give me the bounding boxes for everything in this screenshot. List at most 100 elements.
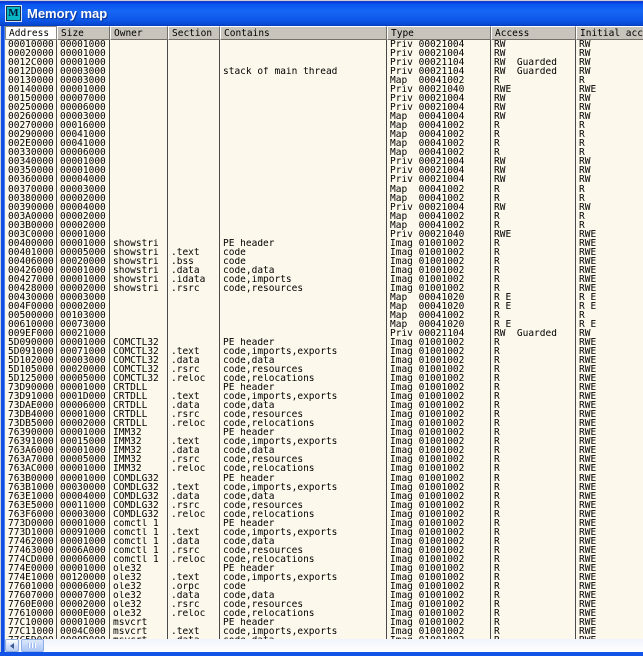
table-row[interactable]: 0042700000001000showstri.idatacode,impor… <box>5 275 643 284</box>
cell-access: R <box>491 257 576 266</box>
cell-access: R <box>491 139 576 148</box>
table-row[interactable]: 0001000000001000Priv 00021004RWRW <box>5 40 643 49</box>
cell-size: 00001000 <box>57 157 110 166</box>
table-row[interactable]: 0039000000004000Priv 00021004RWRW <box>5 203 643 212</box>
table-row[interactable]: 0012C00000001000Priv 00021104RW GuardedR… <box>5 58 643 67</box>
table-row[interactable]: 77C1000000001000msvcrtPE headerImag 0100… <box>5 618 643 627</box>
table-row[interactable]: 0038000000002000Map 00041002RR <box>5 194 643 203</box>
table-row[interactable]: 774CD00000006000comctl_1.reloccode,reloc… <box>5 555 643 564</box>
table-row[interactable]: 73D910000001D000CRTDLL.textcode,imports,… <box>5 392 643 401</box>
table-row[interactable]: 0002000000001000Priv 00021004RWRW <box>5 49 643 58</box>
table-row[interactable]: 0029000000041000Map 00041002RR <box>5 130 643 139</box>
cell-section: .orpc <box>168 582 220 591</box>
table-row[interactable]: 7639100000015000IMM32.textcode,imports,e… <box>5 437 643 446</box>
table-row[interactable]: 0012D00000003000stack of main threadPriv… <box>5 67 643 76</box>
table-row[interactable]: 0035000000001000Priv 00021004RWRW <box>5 166 643 175</box>
table-row[interactable]: 0061000000073000Map 00041020R ER E <box>5 320 643 329</box>
table-row[interactable]: 5D12500000005000COMCTL32.reloccode,reloc… <box>5 374 643 383</box>
table-row[interactable]: 002E000000041000Map 00041002RR <box>5 139 643 148</box>
table-row[interactable]: 004F000000002000Map 00041020R ER E <box>5 302 643 311</box>
table-row[interactable]: 0040000000001000showstriPE headerImag 01… <box>5 239 643 248</box>
column-header-size[interactable]: Size <box>57 26 110 40</box>
table-row[interactable]: 763A700000005000IMM32.rsrccode,resources… <box>5 455 643 464</box>
table-row[interactable]: 774630000006A000comctl_1.rsrccode,resour… <box>5 546 643 555</box>
cell-contains: PE header <box>220 239 387 248</box>
table-row[interactable]: 776100000000E000ole32.reloccode,relocati… <box>5 609 643 618</box>
table-row[interactable]: 7746200000001000comctl_1.datacode,dataIm… <box>5 537 643 546</box>
table-row[interactable]: 003C000000001000Priv 00021040RWERWE <box>5 230 643 239</box>
table-row[interactable]: 763E100000004000COMDLG32.datacode,dataIm… <box>5 492 643 501</box>
table-row[interactable]: 73DB400000001000CRTDLL.rsrccode,resource… <box>5 410 643 419</box>
cell-access: R <box>491 573 576 582</box>
table-row[interactable]: 0042600000001000showstri.datacode,dataIm… <box>5 266 643 275</box>
table-row[interactable]: 0014000000001000Priv 00021040RWERWE <box>5 85 643 94</box>
cell-size: 00002000 <box>57 600 110 609</box>
scrollbar-thumb[interactable] <box>21 639 44 652</box>
table-row[interactable]: 003A000000002000Map 00041002RR <box>5 212 643 221</box>
cell-section: .text <box>168 573 220 582</box>
table-row[interactable]: 73DB500000002000CRTDLL.reloccode,relocat… <box>5 419 643 428</box>
table-row[interactable]: 763E500000011000COMDLG32.rsrccode,resour… <box>5 501 643 510</box>
column-header-section[interactable]: Section <box>168 26 220 40</box>
table-row[interactable]: 5D10200000003000COMCTL32.datacode,dataIm… <box>5 356 643 365</box>
table-row[interactable]: 773D000000001000comctl_1PE headerImag 01… <box>5 519 643 528</box>
table-row[interactable]: 0050000000103000Map 00041002RR <box>5 311 643 320</box>
table-row[interactable]: 773D100000091000comctl_1.textcode,import… <box>5 528 643 537</box>
table-row[interactable]: 763B100000030000COMDLG32.textcode,import… <box>5 483 643 492</box>
table-row[interactable]: 73DAE00000006000CRTDLL.datacode,dataImag… <box>5 401 643 410</box>
titlebar[interactable]: M Memory map <box>0 0 643 26</box>
table-row[interactable]: 5D09000000001000COMCTL32PE headerImag 01… <box>5 338 643 347</box>
cell-size: 00001000 <box>57 239 110 248</box>
table-row[interactable]: 7760E00000002000ole32.rsrccode,resources… <box>5 600 643 609</box>
table-row[interactable]: 0013000000003000Map 00041002RR <box>5 76 643 85</box>
table-row[interactable]: 763B000000001000COMDLG32PE headerImag 01… <box>5 474 643 483</box>
table-row[interactable]: 0040100000005000showstri.textcodeImag 01… <box>5 248 643 257</box>
cell-initial-access: RWE <box>576 501 643 510</box>
cell-contains: code,data <box>220 401 387 410</box>
memory-map-icon[interactable]: M <box>6 6 21 21</box>
column-header-type[interactable]: Type <box>387 26 491 40</box>
cell-section <box>168 311 220 320</box>
table-row[interactable]: 003B000000002000Map 00041002RR <box>5 221 643 230</box>
cell-section: .text <box>168 437 220 446</box>
cell-owner: COMDLG32 <box>110 510 168 519</box>
column-header-owner[interactable]: Owner <box>110 26 168 40</box>
table-row[interactable]: 774E000000001000ole32PE headerImag 01001… <box>5 564 643 573</box>
table-row[interactable]: 0042800000002000showstri.rsrccode,resour… <box>5 284 643 293</box>
column-header-initial-access[interactable]: Initial acc <box>576 26 643 40</box>
table-row[interactable]: 763AC00000001000IMM32.reloccode,relocati… <box>5 464 643 473</box>
table-row[interactable]: 763A600000001000IMM32.datacode,dataImag … <box>5 446 643 455</box>
cell-type: Imag 01001002 <box>387 618 491 627</box>
table-row[interactable]: 5D09100000071000COMCTL32.textcode,import… <box>5 347 643 356</box>
table-row[interactable]: 0037000000003000Map 00041002RR <box>5 185 643 194</box>
table-row[interactable]: 0027000000016000Map 00041002RR <box>5 121 643 130</box>
column-header-access[interactable]: Access <box>491 26 576 40</box>
table-row[interactable]: 5D10500000020000COMCTL32.rsrccode,resour… <box>5 365 643 374</box>
column-header-address[interactable]: Address <box>5 26 57 40</box>
table-row[interactable]: 7639000000001000IMM32PE headerImag 01001… <box>5 428 643 437</box>
column-header-contains[interactable]: Contains <box>220 26 387 40</box>
cell-size: 00007000 <box>57 591 110 600</box>
table-row[interactable]: 77C110000004C000msvcrt.textcode,imports,… <box>5 627 643 636</box>
table-row[interactable]: 009EF00000021000Priv 00021104RW GuardedR… <box>5 329 643 338</box>
table-row[interactable]: 0025000000006000Priv 00021004RWRW <box>5 103 643 112</box>
table-row[interactable]: 0033000000006000Map 00041002RR <box>5 148 643 157</box>
table-row[interactable]: 73D9000000001000CRTDLLPE headerImag 0100… <box>5 383 643 392</box>
cell-access: R <box>491 483 576 492</box>
cell-size: 00015000 <box>57 437 110 446</box>
table-row[interactable]: 7760100000006000ole32.orpccodeImag 01001… <box>5 582 643 591</box>
cell-access: R <box>491 194 576 203</box>
table-row[interactable]: 0026000000003000Map 00041004RWRW <box>5 112 643 121</box>
table-row[interactable]: 0040600000020000showstri.bsscodeImag 010… <box>5 257 643 266</box>
table-row[interactable]: 0034000000001000Priv 00021004RWRW <box>5 157 643 166</box>
cell-owner <box>110 49 168 58</box>
scroll-left-button[interactable] <box>5 639 19 652</box>
table-row[interactable]: 0043000000003000Map 00041020R ER E <box>5 293 643 302</box>
table-row[interactable]: 0015000000007000Priv 00021004RWRW <box>5 94 643 103</box>
table-row[interactable]: 7760700000007000ole32.datacode,dataImag … <box>5 591 643 600</box>
table-row[interactable]: 0036000000004000Priv 00021004RWRW <box>5 175 643 184</box>
table-row[interactable]: 774E100000120000ole32.textcode,imports,e… <box>5 573 643 582</box>
horizontal-scrollbar[interactable] <box>5 639 643 652</box>
cell-size: 00001000 <box>57 464 110 473</box>
table-row[interactable]: 763F600000003000COMDLG32.reloccode,reloc… <box>5 510 643 519</box>
